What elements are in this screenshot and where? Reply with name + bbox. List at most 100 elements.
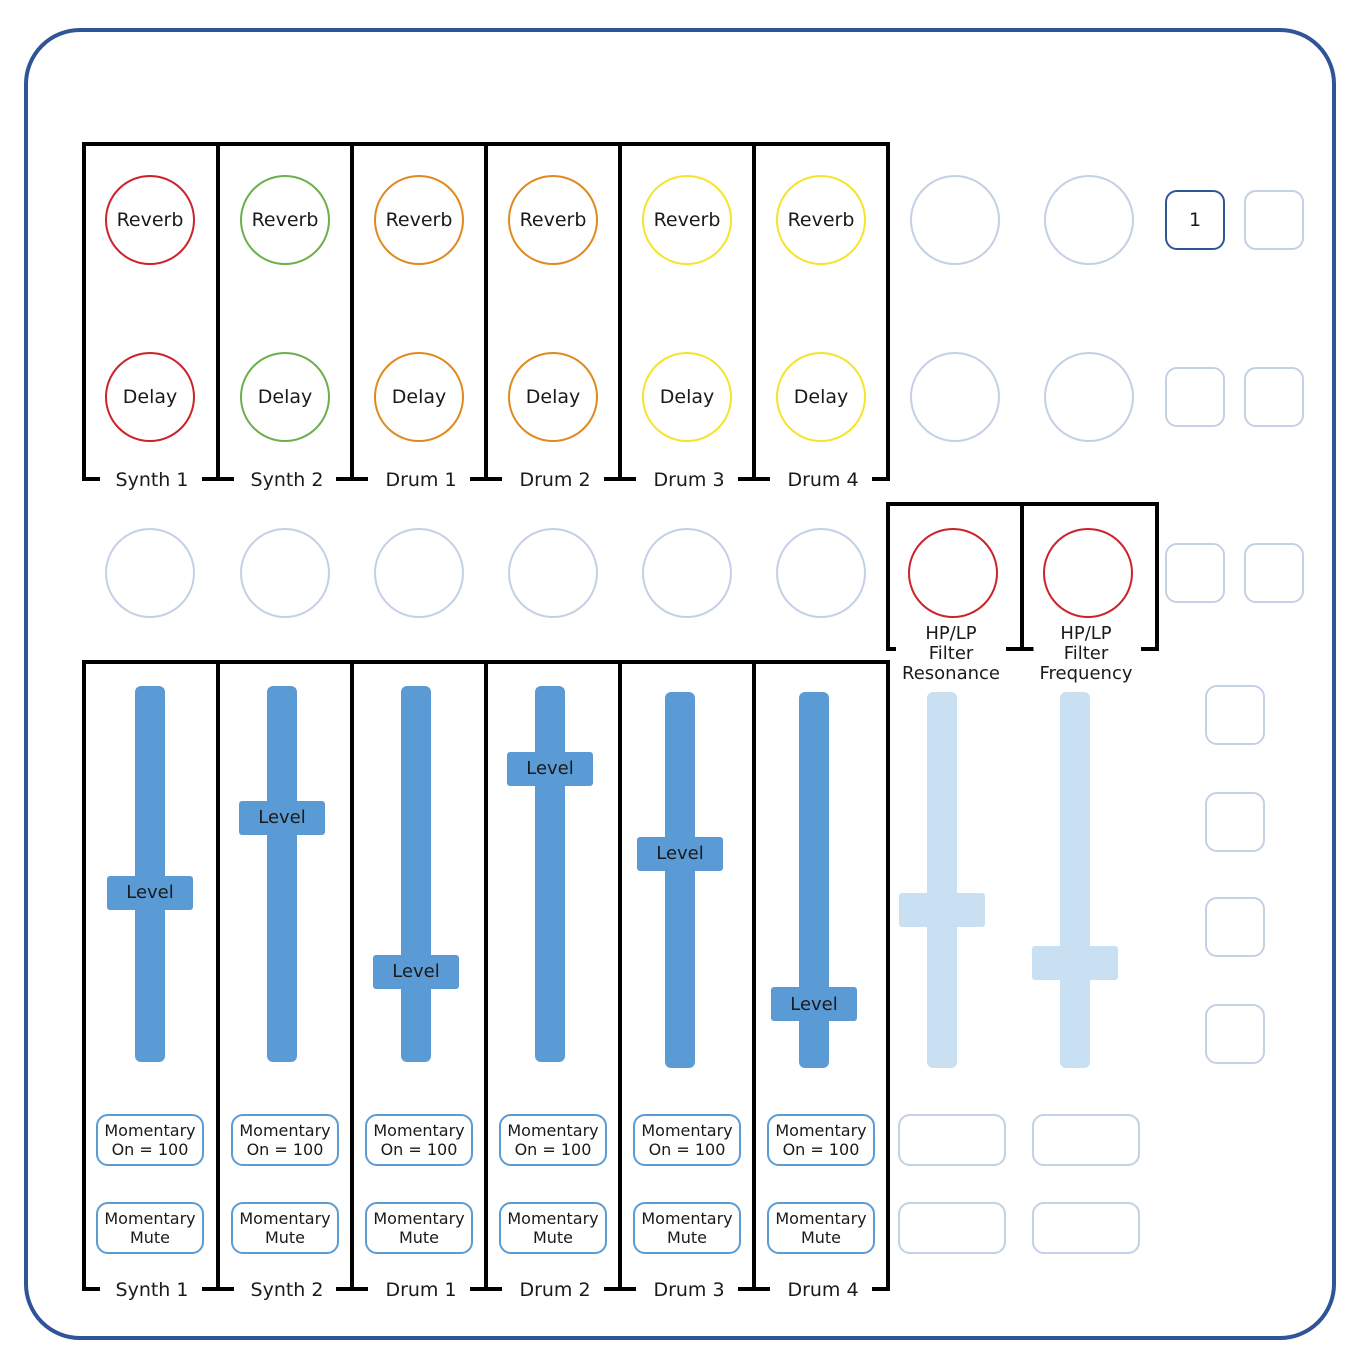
fx-bracket-divider — [484, 142, 488, 481]
delay-knob-drum-4[interactable]: Delay — [776, 352, 866, 442]
momentary-on-button-drum-4[interactable]: Momentary On = 100 — [767, 1114, 875, 1166]
level-fader-track-drum-3[interactable] — [665, 692, 695, 1068]
momentary-mute-button-drum-2[interactable]: Momentary Mute — [499, 1202, 607, 1254]
mixer-bracket-divider — [82, 660, 86, 1291]
momentary-on-button-drum-2[interactable]: Momentary On = 100 — [499, 1114, 607, 1166]
delay-knob-drum-3[interactable]: Delay — [642, 352, 732, 442]
unassigned-knob-synth-2[interactable] — [240, 528, 330, 618]
mixer-bracket-foot — [82, 1287, 100, 1291]
reverb-knob-synth-2[interactable]: Reverb — [240, 175, 330, 265]
delay-knob-drum-2[interactable]: Delay — [508, 352, 598, 442]
momentary-mute-button-drum-3[interactable]: Momentary Mute — [633, 1202, 741, 1254]
level-fader-track-synth-2[interactable] — [267, 686, 297, 1062]
unassigned-knob-right-3[interactable] — [910, 352, 1000, 442]
level-fader-handle-drum-2[interactable]: Level — [507, 751, 593, 786]
momentary-mute-button-drum-1[interactable]: Momentary Mute — [365, 1202, 473, 1254]
pad-side-4[interactable] — [1205, 1004, 1265, 1064]
mixer-bracket-foot — [604, 1287, 636, 1291]
filter-resonance-fader-handle[interactable] — [899, 893, 985, 928]
pad-5[interactable] — [1165, 543, 1225, 603]
unassigned-knob-drum-3[interactable] — [642, 528, 732, 618]
fx-bracket-foot — [604, 477, 636, 481]
delay-knob-synth-2[interactable]: Delay — [240, 352, 330, 442]
channel-label-top-drum-4: Drum 4 — [777, 469, 869, 491]
delay-knob-synth-1[interactable]: Delay — [105, 352, 195, 442]
mixer-bracket-divider — [618, 660, 622, 1291]
fx-bracket-divider — [82, 142, 86, 481]
unassigned-knob-drum-2[interactable] — [508, 528, 598, 618]
mixer-bracket-divider — [484, 660, 488, 1291]
filter-bracket-foot — [1141, 647, 1159, 651]
pad-1[interactable]: 1 — [1165, 190, 1225, 250]
mixer-bracket-foot — [872, 1287, 890, 1291]
delay-knob-drum-1[interactable]: Delay — [374, 352, 464, 442]
channel-label-bottom-synth-2: Synth 2 — [240, 1279, 334, 1301]
level-fader-track-drum-2[interactable] — [535, 686, 565, 1062]
unassigned-knob-drum-4[interactable] — [776, 528, 866, 618]
momentary-on-button-synth-2[interactable]: Momentary On = 100 — [231, 1114, 339, 1166]
momentary-mute-button-drum-4[interactable]: Momentary Mute — [767, 1202, 875, 1254]
filter-bracket-divider — [1020, 502, 1024, 651]
momentary-on-button-drum-1[interactable]: Momentary On = 100 — [365, 1114, 473, 1166]
mixer-bracket-divider — [350, 660, 354, 1291]
filter-resonance-fader-track[interactable] — [927, 692, 957, 1068]
level-fader-handle-drum-4[interactable]: Level — [771, 987, 857, 1022]
unassigned-knob-right-2[interactable] — [1044, 175, 1134, 265]
momentary-mute-button-synth-2[interactable]: Momentary Mute — [231, 1202, 339, 1254]
level-fader-track-drum-1[interactable] — [401, 686, 431, 1062]
fx-bracket-foot — [738, 477, 770, 481]
momentary-mute-button-synth-1[interactable]: Momentary Mute — [96, 1202, 204, 1254]
momentary-on-button-synth-1[interactable]: Momentary On = 100 — [96, 1114, 204, 1166]
filter-frequency-knob[interactable] — [1043, 528, 1133, 618]
unassigned-button-1[interactable] — [898, 1114, 1006, 1166]
unassigned-knob-drum-1[interactable] — [374, 528, 464, 618]
reverb-knob-drum-2[interactable]: Reverb — [508, 175, 598, 265]
mixer-bracket-divider — [752, 660, 756, 1291]
pad-4[interactable] — [1244, 367, 1304, 427]
fx-bracket-divider — [216, 142, 220, 481]
filter-resonance-label: HP/LP Filter Resonance — [896, 624, 1006, 684]
mixer-bracket-foot — [336, 1287, 368, 1291]
fx-bracket-foot — [202, 477, 234, 481]
fx-bracket-divider — [618, 142, 622, 481]
level-fader-handle-drum-1[interactable]: Level — [373, 954, 459, 989]
channel-label-bottom-drum-3: Drum 3 — [643, 1279, 735, 1301]
pad-side-2[interactable] — [1205, 792, 1265, 852]
channel-label-bottom-drum-1: Drum 1 — [375, 1279, 467, 1301]
unassigned-button-4[interactable] — [1032, 1202, 1140, 1254]
level-fader-handle-synth-1[interactable]: Level — [107, 875, 193, 910]
reverb-knob-synth-1[interactable]: Reverb — [105, 175, 195, 265]
level-fader-handle-drum-3[interactable]: Level — [637, 836, 723, 871]
pad-side-1[interactable] — [1205, 685, 1265, 745]
level-fader-track-synth-1[interactable] — [135, 686, 165, 1062]
unassigned-knob-right-1[interactable] — [910, 175, 1000, 265]
reverb-knob-drum-4[interactable]: Reverb — [776, 175, 866, 265]
filter-frequency-fader-handle[interactable] — [1032, 945, 1118, 980]
unassigned-button-3[interactable] — [898, 1202, 1006, 1254]
unassigned-knob-synth-1[interactable] — [105, 528, 195, 618]
pad-6[interactable] — [1244, 543, 1304, 603]
mixer-bracket-divider — [886, 660, 890, 1291]
fx-bracket-foot — [470, 477, 502, 481]
level-fader-handle-synth-2[interactable]: Level — [239, 800, 325, 835]
channel-label-top-synth-1: Synth 1 — [105, 469, 199, 491]
filter-bracket-divider — [886, 502, 890, 651]
pad-3[interactable] — [1165, 367, 1225, 427]
channel-label-top-drum-3: Drum 3 — [643, 469, 735, 491]
reverb-knob-drum-1[interactable]: Reverb — [374, 175, 464, 265]
mixer-bracket-foot — [202, 1287, 234, 1291]
fx-bracket-foot — [336, 477, 368, 481]
channel-label-top-drum-2: Drum 2 — [509, 469, 601, 491]
filter-resonance-knob[interactable] — [908, 528, 998, 618]
pad-2[interactable] — [1244, 190, 1304, 250]
momentary-on-button-drum-3[interactable]: Momentary On = 100 — [633, 1114, 741, 1166]
unassigned-knob-right-4[interactable] — [1044, 352, 1134, 442]
reverb-knob-drum-3[interactable]: Reverb — [642, 175, 732, 265]
filter-frequency-label: HP/LP Filter Frequency — [1033, 624, 1139, 684]
fx-bracket-divider — [886, 142, 890, 481]
filter-frequency-fader-track[interactable] — [1060, 692, 1090, 1068]
channel-label-bottom-synth-1: Synth 1 — [105, 1279, 199, 1301]
mixer-bracket-foot — [738, 1287, 770, 1291]
pad-side-3[interactable] — [1205, 897, 1265, 957]
unassigned-button-2[interactable] — [1032, 1114, 1140, 1166]
